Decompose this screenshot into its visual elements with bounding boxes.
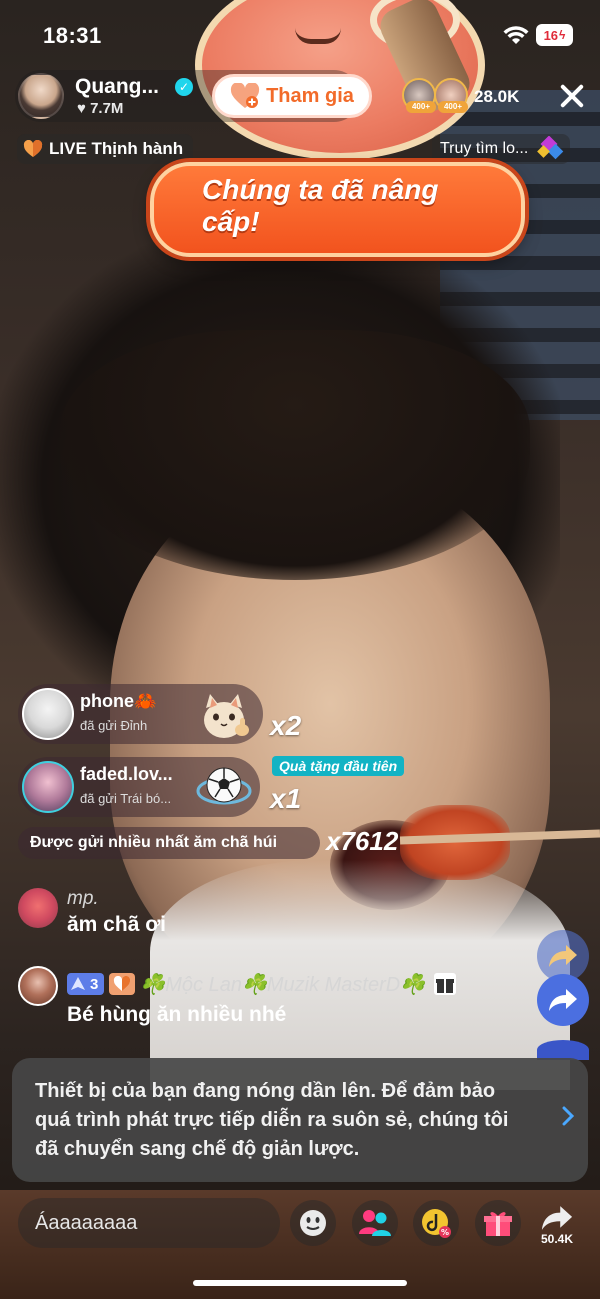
emoji-icon: [300, 1210, 326, 1236]
host-name[interactable]: Quang...: [75, 75, 159, 99]
guests-button[interactable]: [352, 1200, 398, 1246]
comment-input[interactable]: Áaaaaaaaa: [18, 1198, 280, 1248]
verified-icon: ✓: [175, 78, 193, 96]
promo-button[interactable]: %: [413, 1200, 459, 1246]
svg-text:%: %: [441, 1228, 449, 1237]
host-avatar[interactable]: [18, 73, 64, 119]
level-arrow-icon: [71, 977, 85, 990]
gift-sender-avatar[interactable]: [22, 761, 74, 813]
share-button[interactable]: [537, 974, 589, 1026]
most-sent-banner: Được gửi nhiều nhất ăm chã húi: [18, 827, 320, 859]
level-badge: 3: [67, 973, 105, 995]
explore-badge[interactable]: Truy tìm lo...: [432, 134, 571, 164]
charging-icon: ϟ: [559, 28, 566, 42]
comment-username[interactable]: mp.: [67, 888, 99, 910]
battery-level: 16: [543, 27, 559, 43]
top-viewer-avatar[interactable]: 400+: [402, 78, 436, 113]
chevron-right-icon[interactable]: [561, 1106, 575, 1126]
top-viewers[interactable]: 400+ 400+: [402, 78, 470, 114]
upgrade-banner-text: Chúng ta đã nâng cấp!: [202, 174, 439, 237]
gift-notification[interactable]: phone🦀 đã gửi Đỉnh: [18, 684, 263, 744]
gems-icon: [537, 136, 564, 160]
promo-icon: %: [422, 1209, 451, 1238]
comment-header: 3 ☘️Mộc Lan☘️Muzik MasterD☘️: [67, 970, 457, 998]
guests-icon: [359, 1210, 391, 1236]
comment-text: Bé hùng ăn nhiều nhé: [67, 1003, 287, 1026]
share-icon: [549, 989, 577, 1011]
emoji-button[interactable]: [290, 1200, 336, 1246]
viewer-badge: 400+: [406, 101, 436, 113]
soccer-ball-gift-icon: [196, 767, 252, 805]
host-info-pill[interactable]: Quang... ✓ ♥ 7.7M Tham gia: [15, 70, 372, 122]
heart-plus-icon: [231, 83, 260, 108]
notice-text: Thiết bị của bạn đang nóng dần lên. Để đ…: [35, 1080, 509, 1160]
comment-avatar[interactable]: [18, 966, 58, 1006]
home-indicator[interactable]: [193, 1280, 407, 1286]
comment-avatar[interactable]: [18, 888, 58, 928]
video-bangs: [60, 330, 530, 580]
join-label: Tham gia: [266, 84, 354, 107]
share-count: 50.4K: [540, 1232, 574, 1246]
first-gift-badge: Quà tặng đầu tiên: [272, 756, 405, 776]
trending-label: LIVE Thịnh hành: [49, 139, 184, 158]
gift-sender-name: faded.lov...: [80, 764, 173, 784]
fan-heart-badge-icon: [109, 973, 136, 995]
gift-description: đã gửi Trái bó...: [80, 791, 172, 806]
battery-indicator: 16 ϟ: [536, 24, 573, 46]
join-button[interactable]: Tham gia: [212, 74, 372, 118]
comment-text: ăm chã ơi: [67, 913, 166, 936]
gift-button[interactable]: [475, 1200, 521, 1246]
level-number: 3: [90, 975, 99, 993]
cat-thumbs-up-gift-icon: [204, 694, 249, 738]
gift-notification[interactable]: faded.lov... đã gửi Trái bó...: [18, 757, 260, 817]
share-count-button[interactable]: 50.4K: [535, 1198, 579, 1252]
share-icon: [541, 1206, 573, 1230]
viewer-count[interactable]: 28.0K: [474, 87, 519, 107]
trending-badge[interactable]: LIVE Thịnh hành: [17, 134, 194, 164]
gift-box-icon: [484, 1212, 512, 1236]
heart-icon: [23, 140, 43, 157]
gift-sender-avatar[interactable]: [22, 688, 74, 740]
most-sent-count: x7612: [326, 826, 399, 856]
host-likes: ♥ 7.7M: [77, 100, 123, 117]
gift-icon: [434, 973, 457, 995]
explore-label: Truy tìm lo...: [440, 140, 529, 157]
close-icon[interactable]: [556, 80, 588, 112]
gift-count: x2: [270, 710, 302, 741]
gift-sender-name: phone🦀: [80, 691, 157, 711]
gift-description: đã gửi Đỉnh: [80, 718, 148, 733]
comment-username[interactable]: ☘️Mộc Lan☘️Muzik MasterD☘️: [140, 972, 425, 997]
gift-count: x1: [270, 783, 302, 814]
top-viewer-avatar[interactable]: 400+: [434, 78, 468, 113]
upgrade-banner[interactable]: Chúng ta đã nâng cấp!: [150, 162, 525, 257]
status-time: 18:31: [43, 23, 102, 48]
wifi-icon: [503, 26, 529, 44]
floating-bubble[interactable]: [537, 1040, 589, 1060]
host-likes-count: 7.7M: [90, 100, 124, 117]
share-icon: [549, 945, 577, 967]
likes-heart-icon: ♥: [77, 100, 86, 117]
performance-notice[interactable]: Thiết bị của bạn đang nóng dần lên. Để đ…: [12, 1058, 588, 1182]
viewer-badge: 400+: [438, 101, 468, 113]
